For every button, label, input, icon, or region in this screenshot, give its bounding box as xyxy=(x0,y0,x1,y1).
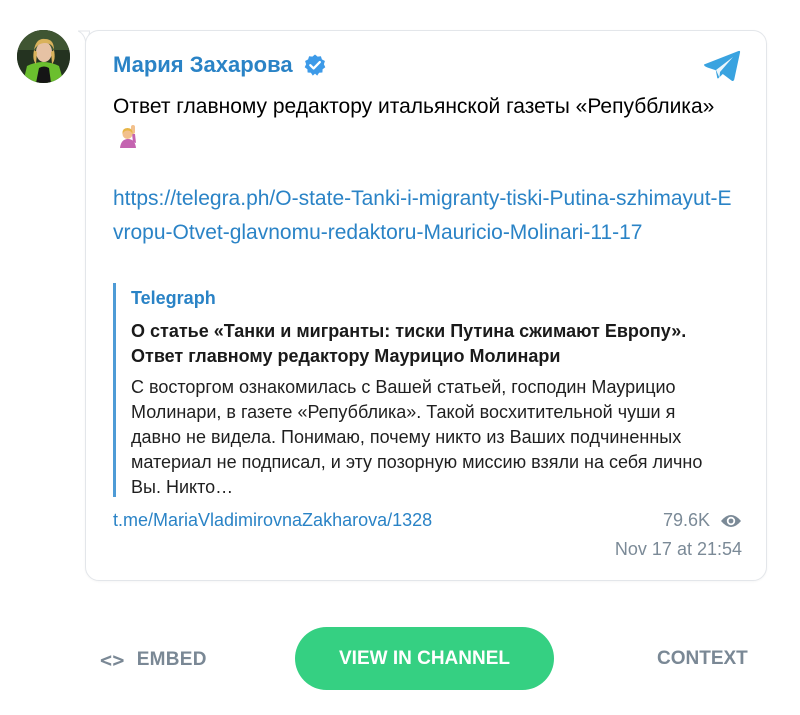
context-button[interactable]: CONTEXT xyxy=(657,648,748,670)
view-in-channel-button[interactable]: VIEW IN CHANNEL xyxy=(295,627,554,690)
embed-button[interactable]: <> EMBED xyxy=(100,648,207,672)
post-card: Мария Захарова Ответ главному редактору … xyxy=(85,30,767,581)
preview-description: С восторгом ознакомилась с Вашей статьей… xyxy=(131,377,703,497)
post-date: Nov 17 at 21:54 xyxy=(614,539,742,559)
code-icon: <> xyxy=(100,648,125,672)
person-raising-hand-emoji-icon xyxy=(120,125,136,148)
eye-icon xyxy=(721,514,741,527)
author-name: Мария Захарова xyxy=(113,52,293,77)
view-count: 79.6K xyxy=(663,510,742,531)
embed-label: EMBED xyxy=(136,649,207,670)
post-link[interactable]: https://telegra.ph/O-state-Tanki-i-migra… xyxy=(113,182,733,250)
verified-badge-icon xyxy=(304,54,325,76)
view-count-value: 79.6K xyxy=(662,510,710,530)
post-permalink[interactable]: t.me/MariaVladimirovnaZakharova/1328 xyxy=(113,510,432,531)
post-text-content: Ответ главному редактору итальянской газ… xyxy=(113,95,715,118)
channel-author[interactable]: Мария Захарова xyxy=(113,52,327,78)
preview-title: О статье «Танки и мигранты: тиски Путина… xyxy=(131,321,687,366)
post-text: Ответ главному редактору итальянской газ… xyxy=(113,91,733,153)
avatar[interactable] xyxy=(17,30,70,83)
telegram-logo-icon[interactable] xyxy=(702,49,742,83)
preview-site-name: Telegraph xyxy=(131,288,216,308)
link-preview[interactable]: Telegraph О статье «Танки и мигранты: ти… xyxy=(113,283,723,497)
